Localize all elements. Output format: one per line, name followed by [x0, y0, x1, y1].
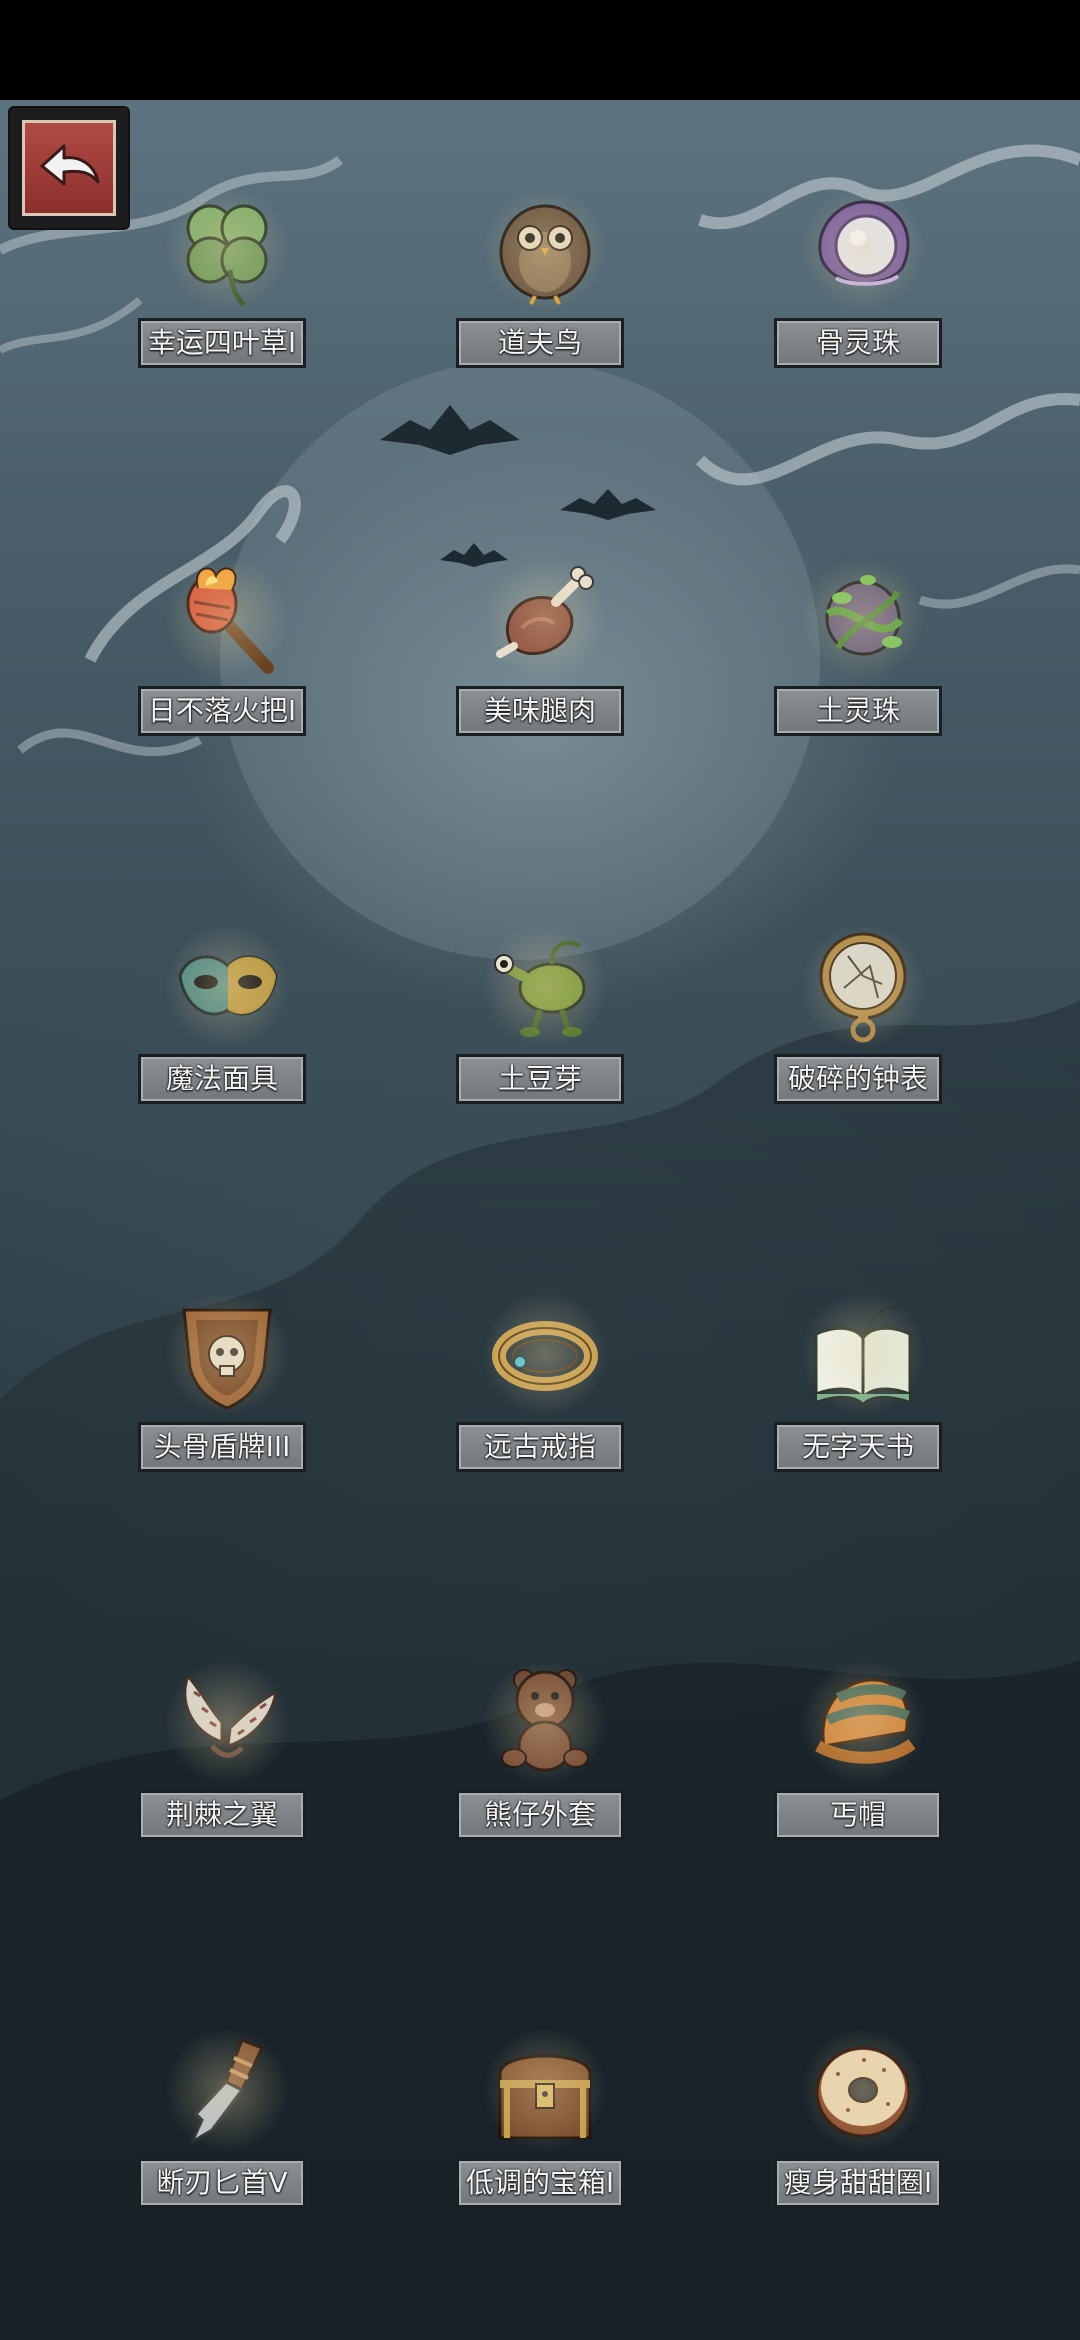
- item-slot[interactable]: 无字天书: [768, 1284, 948, 1524]
- beggar-hat-icon: [798, 1652, 928, 1792]
- donut-icon: [798, 2020, 928, 2160]
- item-label: 土灵珠: [774, 686, 942, 736]
- item-label: 日不落火把I: [138, 686, 306, 736]
- item-label: 荆棘之翼: [138, 1790, 306, 1840]
- broken-dagger-icon: [162, 2020, 292, 2160]
- owl-icon: [480, 180, 610, 320]
- item-slot[interactable]: 日不落火把I: [132, 548, 312, 788]
- item-label: 断刃匕首V: [138, 2158, 306, 2208]
- skull-shield-icon: [162, 1284, 292, 1424]
- earth-orb-icon: [798, 548, 928, 688]
- item-label: 魔法面具: [138, 1054, 306, 1104]
- item-slot[interactable]: 美味腿肉: [450, 548, 630, 788]
- bone-orb-icon: [798, 180, 928, 320]
- item-label: 骨灵珠: [774, 318, 942, 368]
- mask-icon: [162, 916, 292, 1056]
- item-slot[interactable]: 土豆芽: [450, 916, 630, 1156]
- item-slot[interactable]: 熊仔外套: [450, 1652, 630, 1892]
- blank-book-icon: [798, 1284, 928, 1424]
- treasure-chest-icon: [480, 2020, 610, 2160]
- item-slot[interactable]: 幸运四叶草I: [132, 180, 312, 420]
- item-label: 道夫鸟: [456, 318, 624, 368]
- item-slot[interactable]: 破碎的钟表: [768, 916, 948, 1156]
- item-slot[interactable]: 骨灵珠: [768, 180, 948, 420]
- item-slot[interactable]: 丐帽: [768, 1652, 948, 1892]
- back-button[interactable]: [10, 108, 128, 228]
- item-label: 丐帽: [774, 1790, 942, 1840]
- status-bar: [0, 0, 1080, 100]
- item-label: 幸运四叶草I: [138, 318, 306, 368]
- potato-sprout-icon: [480, 916, 610, 1056]
- item-slot[interactable]: 头骨盾牌III: [132, 1284, 312, 1524]
- item-label: 低调的宝箱I: [456, 2158, 624, 2208]
- item-slot[interactable]: 远古戒指: [450, 1284, 630, 1524]
- item-slot[interactable]: 道夫鸟: [450, 180, 630, 420]
- game-scene: [0, 100, 1080, 2340]
- item-slot[interactable]: 低调的宝箱I: [450, 2020, 630, 2260]
- ring-icon: [480, 1284, 610, 1424]
- item-slot[interactable]: 断刃匕首V: [132, 2020, 312, 2260]
- item-slot[interactable]: 荆棘之翼: [132, 1652, 312, 1892]
- item-label: 美味腿肉: [456, 686, 624, 736]
- clover-icon: [162, 180, 292, 320]
- item-label: 头骨盾牌III: [138, 1422, 306, 1472]
- item-label: 远古戒指: [456, 1422, 624, 1472]
- item-label: 无字天书: [774, 1422, 942, 1472]
- item-label: 熊仔外套: [456, 1790, 624, 1840]
- item-slot[interactable]: 土灵珠: [768, 548, 948, 788]
- background-art: [0, 144, 1080, 2340]
- broken-watch-icon: [798, 916, 928, 1056]
- item-slot[interactable]: 瘦身甜甜圈I: [768, 2020, 948, 2260]
- back-arrow-icon: [40, 144, 100, 186]
- bear-coat-icon: [480, 1652, 610, 1792]
- torch-icon: [162, 548, 292, 688]
- item-label: 瘦身甜甜圈I: [774, 2158, 942, 2208]
- meat-leg-icon: [480, 548, 610, 688]
- item-label: 土豆芽: [456, 1054, 624, 1104]
- item-slot[interactable]: 魔法面具: [132, 916, 312, 1156]
- item-label: 破碎的钟表: [774, 1054, 942, 1104]
- thorn-wings-icon: [162, 1652, 292, 1792]
